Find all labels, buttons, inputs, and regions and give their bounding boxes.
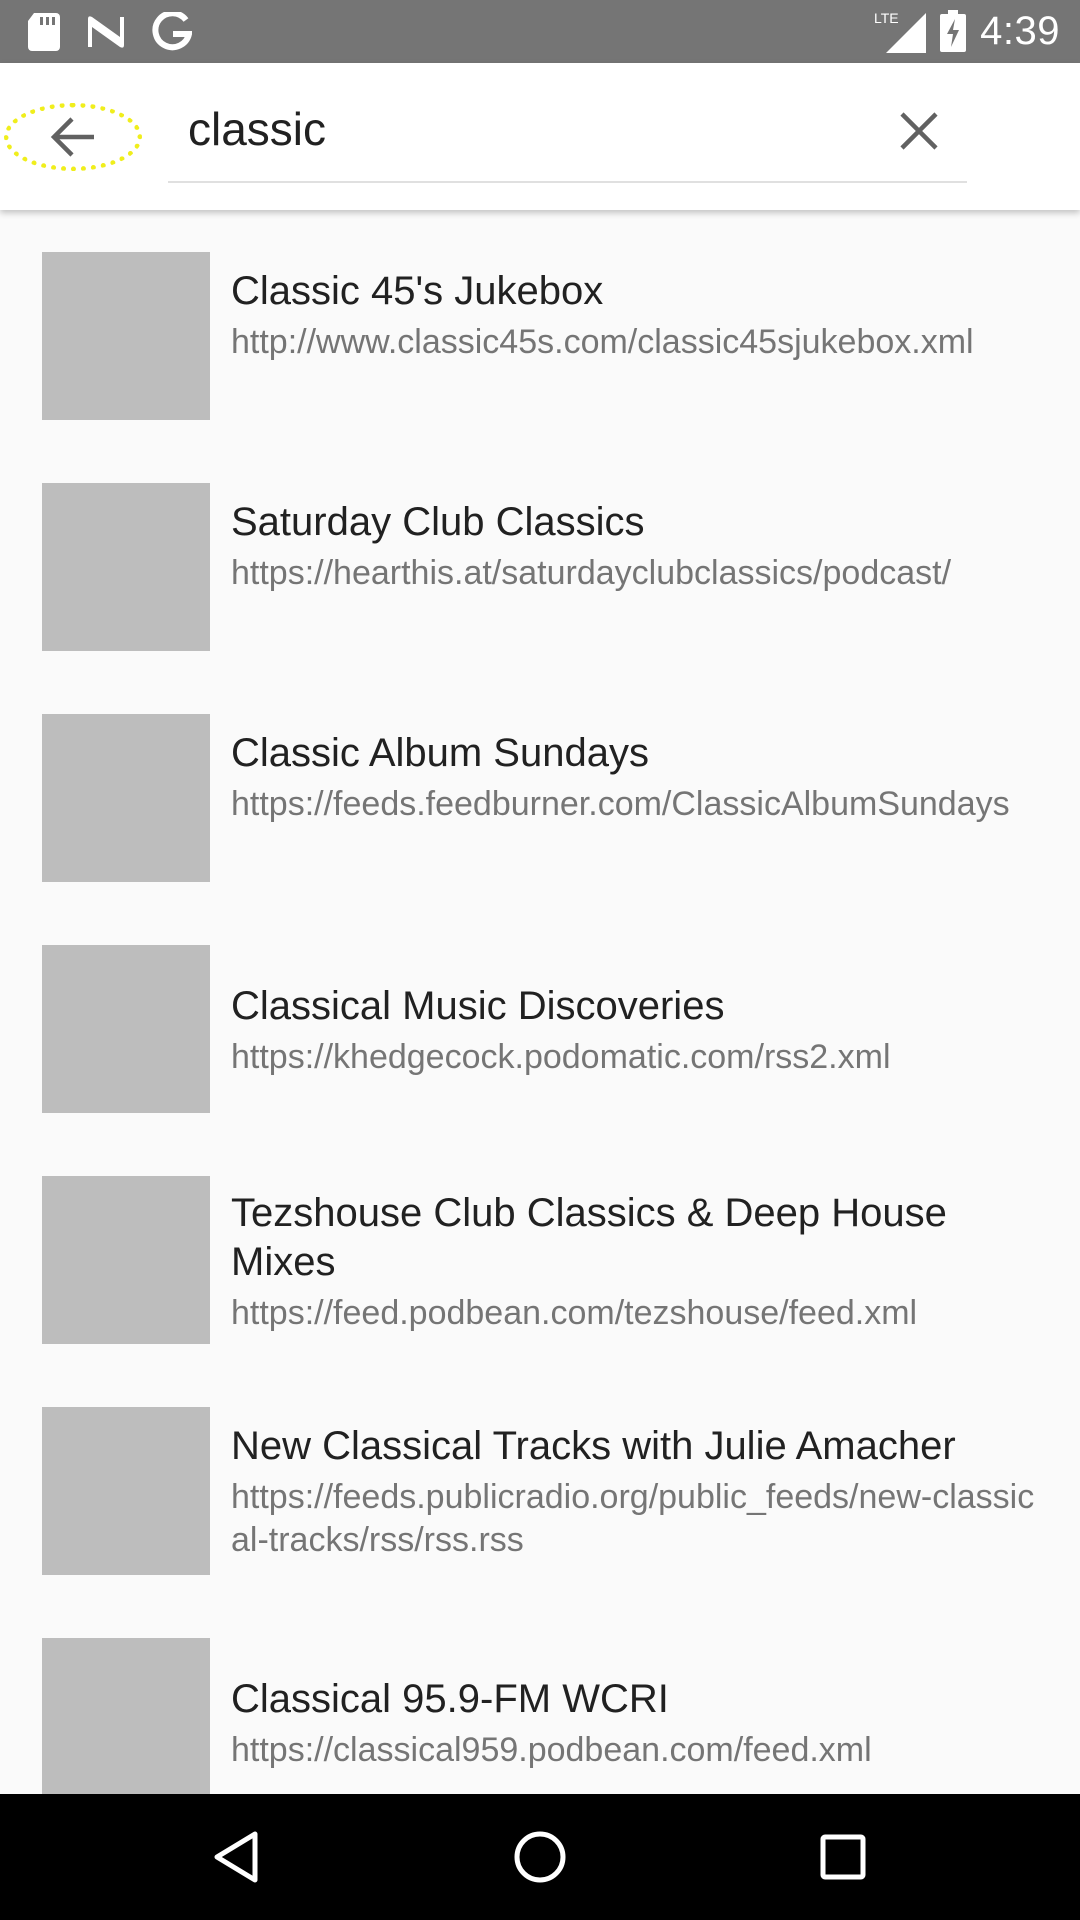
- podcast-thumbnail: [42, 252, 210, 420]
- circle-home-icon: [514, 1831, 566, 1883]
- result-title: Classical 95.9-FM WCRI: [231, 1677, 669, 1721]
- result-title: Tezshouse Club Classics & Deep House Mix…: [231, 1191, 947, 1284]
- search-input[interactable]: [188, 99, 848, 159]
- podcast-thumbnail: [42, 714, 210, 882]
- result-item[interactable]: Classical Music Discoveries https://khed…: [0, 903, 1080, 1134]
- result-url: https://feeds.feedburner.com/ClassicAlbu…: [231, 785, 1010, 823]
- result-text: Tezshouse Club Classics & Deep House Mix…: [231, 1189, 1046, 1335]
- system-icons: LTE 4:39: [874, 8, 1060, 54]
- result-text: Saturday Club Classics https://hearthis.…: [231, 498, 1046, 595]
- status-bar: LTE 4:39: [0, 0, 1080, 63]
- battery-charging-icon: [940, 10, 967, 52]
- clear-search-button[interactable]: [895, 107, 943, 155]
- arrow-back-icon: [50, 117, 94, 157]
- square-recents-icon: [820, 1834, 866, 1880]
- result-url: http://www.classic45s.com/classic45sjuke…: [231, 323, 974, 361]
- podcast-thumbnail: [42, 945, 210, 1113]
- search-field: [168, 81, 967, 183]
- result-item[interactable]: Classic 45's Jukebox http://www.classic4…: [0, 210, 1080, 441]
- back-button[interactable]: [4, 103, 142, 171]
- result-item[interactable]: Classical 95.9-FM WCRI https://classical…: [0, 1596, 1080, 1794]
- result-url: https://hearthis.at/saturdayclubclassics…: [231, 554, 952, 592]
- podcast-thumbnail: [42, 1407, 210, 1575]
- search-toolbar: [0, 63, 1080, 210]
- result-text: Classic Album Sundays https://feeds.feed…: [231, 729, 1046, 826]
- result-title: Saturday Club Classics: [231, 500, 645, 544]
- svg-text:LTE: LTE: [874, 10, 899, 26]
- search-results-list: Classic 45's Jukebox http://www.classic4…: [0, 210, 1080, 1794]
- result-text: New Classical Tracks with Julie Amacher …: [231, 1422, 1046, 1562]
- nav-back-button[interactable]: [203, 1824, 269, 1890]
- nav-home-button[interactable]: [507, 1824, 573, 1890]
- podcast-thumbnail: [42, 1176, 210, 1344]
- result-title: Classic Album Sundays: [231, 731, 649, 775]
- result-text: Classical 95.9-FM WCRI https://classical…: [231, 1675, 1046, 1772]
- nav-recents-button[interactable]: [810, 1824, 876, 1890]
- result-title: New Classical Tracks with Julie Amacher: [231, 1424, 956, 1468]
- result-item[interactable]: New Classical Tracks with Julie Amacher …: [0, 1365, 1080, 1596]
- podcast-thumbnail: [42, 483, 210, 651]
- podcast-thumbnail: [42, 1638, 210, 1794]
- result-title: Classic 45's Jukebox: [231, 269, 604, 313]
- notification-icons: [28, 10, 192, 54]
- sd-card-icon: [28, 13, 60, 51]
- result-url: https://feed.podbean.com/tezshouse/feed.…: [231, 1294, 918, 1332]
- triangle-back-icon: [214, 1831, 258, 1883]
- result-url: https://classical959.podbean.com/feed.xm…: [231, 1731, 872, 1769]
- result-url: https://feeds.publicradio.org/public_fee…: [231, 1478, 1035, 1559]
- result-item[interactable]: Saturday Club Classics https://hearthis.…: [0, 441, 1080, 672]
- lte-signal-icon: LTE: [874, 10, 927, 53]
- google-icon: [152, 12, 192, 51]
- result-text: Classical Music Discoveries https://khed…: [231, 982, 1046, 1079]
- result-item[interactable]: Classic Album Sundays https://feeds.feed…: [0, 672, 1080, 903]
- close-icon: [900, 112, 938, 150]
- result-title: Classical Music Discoveries: [231, 984, 725, 1028]
- result-text: Classic 45's Jukebox http://www.classic4…: [231, 267, 1046, 364]
- n-logo-icon: [88, 16, 124, 48]
- result-item[interactable]: Tezshouse Club Classics & Deep House Mix…: [0, 1134, 1080, 1365]
- clock: 4:39: [980, 8, 1060, 53]
- result-url: https://khedgecock.podomatic.com/rss2.xm…: [231, 1038, 891, 1076]
- navigation-bar: [0, 1794, 1080, 1920]
